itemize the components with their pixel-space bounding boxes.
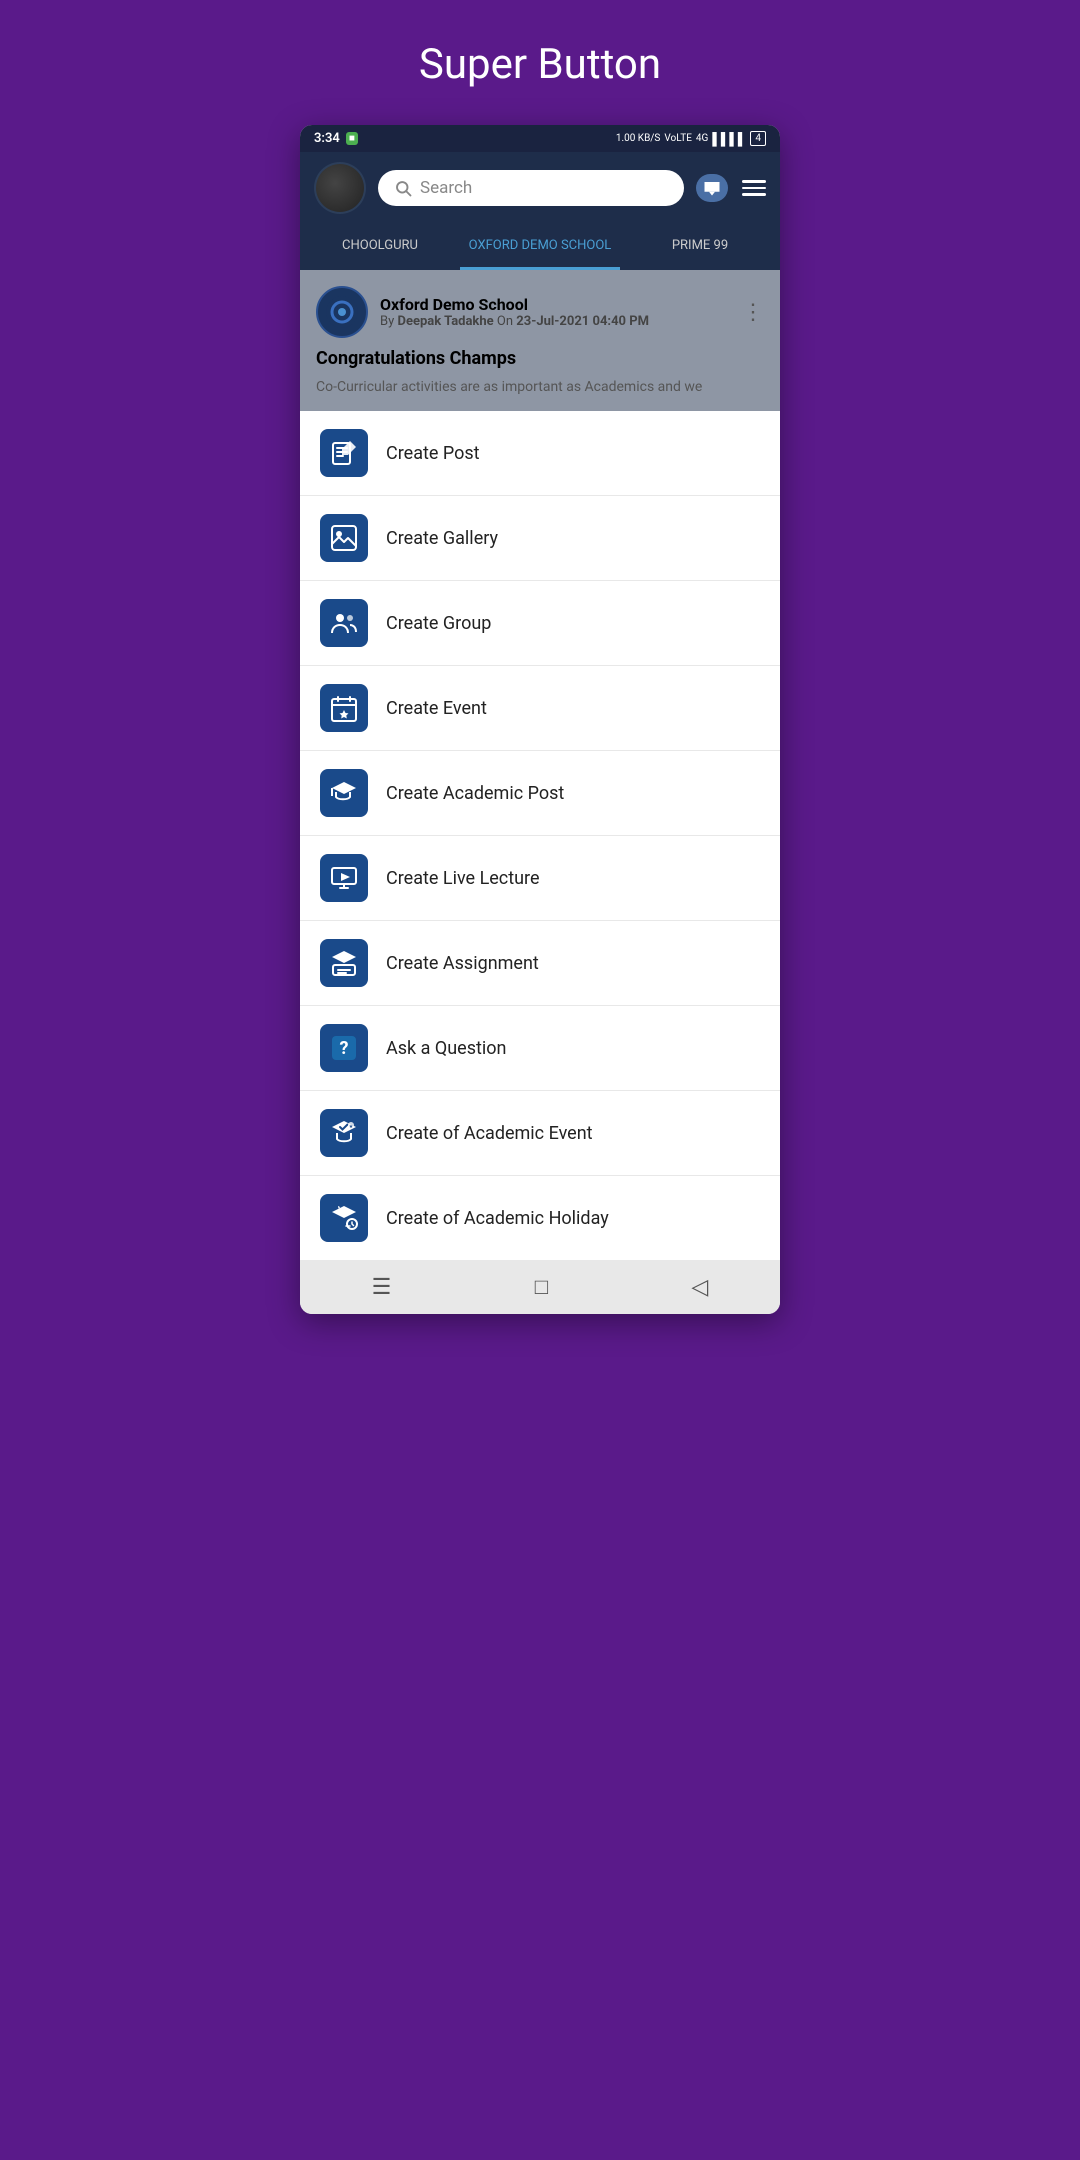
page-title: Super Button [419,40,661,89]
create-post-icon [320,429,368,477]
chat-icon[interactable] [696,174,728,202]
create-live-lecture-label: Create Live Lecture [386,868,540,889]
create-academic-holiday-icon [320,1194,368,1242]
post-school-name: Oxford Demo School [380,295,730,314]
post-avatar [316,286,368,338]
post-title: Congratulations Champs [316,348,764,369]
tab-choolguru[interactable]: CHOOLGURU [300,224,460,270]
menu-item-create-academic-post[interactable]: Create Academic Post [300,751,780,836]
create-post-label: Create Post [386,443,480,464]
status-right: 1.00 KB/S VoLTE 4G ▌▌▌▌ 4 [616,131,766,146]
create-academic-post-icon [320,769,368,817]
create-group-icon [320,599,368,647]
create-academic-event-label: Create of Academic Event [386,1123,593,1144]
battery-indicator: 4 [750,131,766,146]
create-gallery-icon [320,514,368,562]
tab-bar: CHOOLGURU OXFORD DEMO SCHOOL PRIME 99 [300,224,780,270]
nav-back-button[interactable]: ◁ [691,1275,708,1300]
menu-item-create-assignment[interactable]: Create Assignment [300,921,780,1006]
avatar [314,162,366,214]
nav-home-button[interactable]: □ [535,1274,548,1300]
svg-text:★: ★ [349,1124,354,1130]
create-event-icon [320,684,368,732]
post-more-options[interactable]: ⋮ [742,300,764,325]
create-assignment-label: Create Assignment [386,953,539,974]
menu-item-create-gallery[interactable]: Create Gallery [300,496,780,581]
nav-menu-button[interactable]: ☰ [372,1275,392,1300]
status-time: 3:34 ■ [314,131,358,146]
phone-frame: 3:34 ■ 1.00 KB/S VoLTE 4G ▌▌▌▌ 4 Search [300,125,780,1314]
search-icon [394,179,412,197]
hamburger-menu[interactable] [742,180,766,196]
menu-item-create-academic-event[interactable]: ★ Create of Academic Event [300,1091,780,1176]
search-bar[interactable]: Search [378,170,684,206]
outer-wrapper: Super Button 3:34 ■ 1.00 KB/S VoLTE 4G ▌… [270,0,810,1354]
menu-item-ask-question[interactable]: ? Ask a Question [300,1006,780,1091]
create-assignment-icon [320,939,368,987]
menu-item-create-academic-holiday[interactable]: Create of Academic Holiday [300,1176,780,1260]
menu-list: Create Post Create Gallery Create Group Cre… [300,411,780,1260]
create-academic-holiday-label: Create of Academic Holiday [386,1208,609,1229]
menu-item-create-live-lecture[interactable]: Create Live Lecture [300,836,780,921]
ask-question-icon: ? [320,1024,368,1072]
header-icons [696,174,766,202]
create-gallery-label: Create Gallery [386,528,498,549]
menu-item-create-event[interactable]: Create Event [300,666,780,751]
menu-item-create-group[interactable]: Create Group [300,581,780,666]
post-by: By Deepak Tadakhe On 23-Jul-2021 04:40 P… [380,314,730,329]
tab-oxford-demo-school[interactable]: OXFORD DEMO SCHOOL [460,224,620,270]
app-header: Search [300,152,780,224]
svg-text:?: ? [340,1038,349,1059]
bottom-nav: ☰ □ ◁ [300,1260,780,1314]
status-bar: 3:34 ■ 1.00 KB/S VoLTE 4G ▌▌▌▌ 4 [300,125,780,152]
tab-prime99[interactable]: PRIME 99 [620,224,780,270]
status-icon: ■ [346,132,358,145]
post-body: Co-Curricular activities are as importan… [316,379,764,395]
create-live-lecture-icon [320,854,368,902]
create-group-label: Create Group [386,613,491,634]
menu-item-create-post[interactable]: Create Post [300,411,780,496]
search-label: Search [420,178,472,198]
create-event-label: Create Event [386,698,487,719]
create-academic-post-label: Create Academic Post [386,783,564,804]
ask-question-label: Ask a Question [386,1038,507,1059]
post-preview: Oxford Demo School By Deepak Tadakhe On … [300,270,780,411]
create-academic-event-icon: ★ [320,1109,368,1157]
